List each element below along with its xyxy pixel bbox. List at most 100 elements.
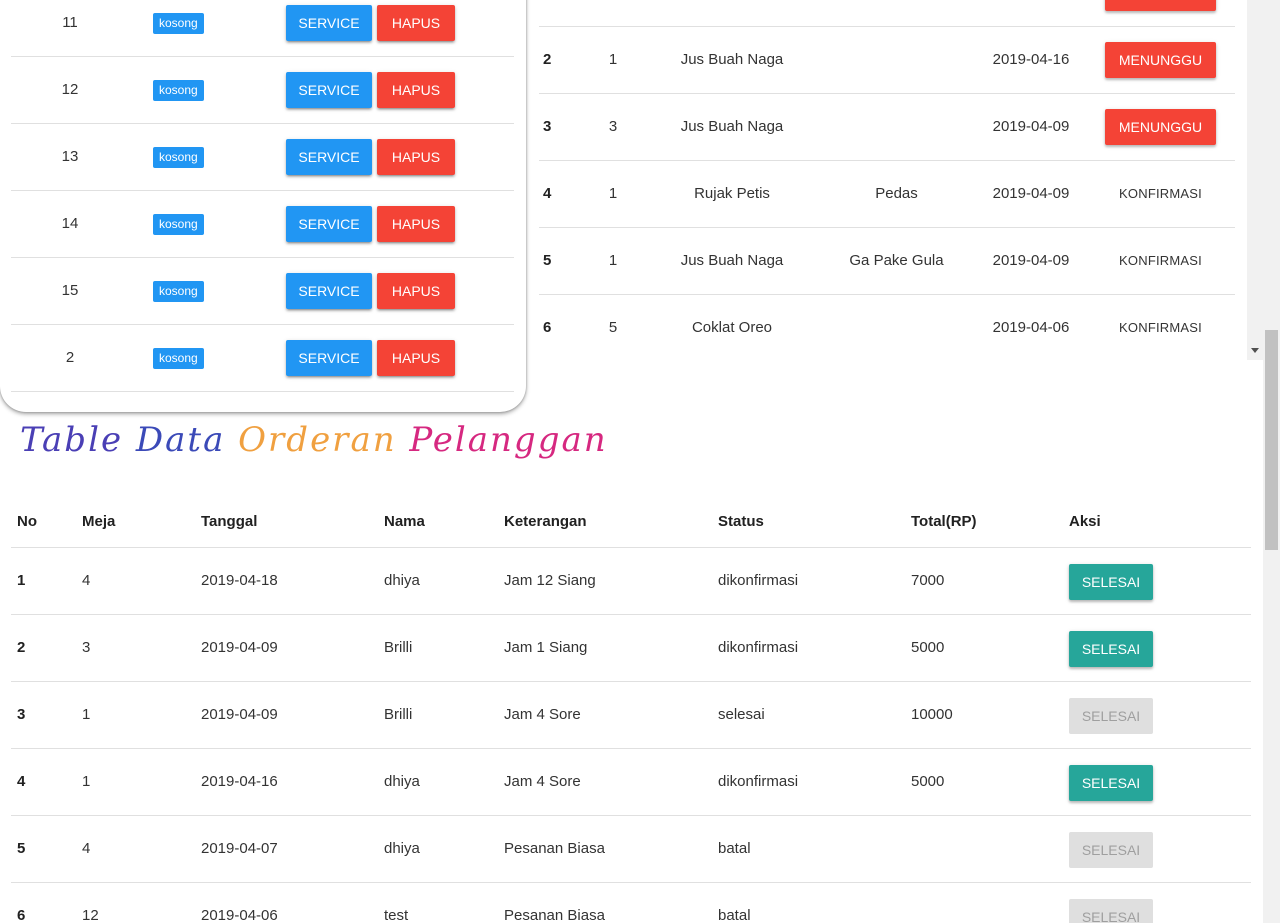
hapus-button[interactable]: HAPUS bbox=[377, 206, 455, 242]
selesai-button[interactable]: SELESAI bbox=[1069, 765, 1153, 801]
header-aksi: Aksi bbox=[1069, 513, 1101, 530]
orderan-total: 7000 bbox=[911, 572, 945, 589]
pesanan-jumlah: 1 bbox=[608, 51, 618, 68]
orderan-no: 6 bbox=[17, 907, 26, 923]
service-button[interactable]: SERVICE bbox=[286, 273, 372, 309]
orderan-nama: test bbox=[384, 907, 409, 923]
pesanan-tanggal: 2019-04-09 bbox=[992, 118, 1070, 135]
service-button[interactable]: SERVICE bbox=[286, 340, 372, 376]
pesanan-tanggal bbox=[976, 0, 1086, 26]
pesanan-keterangan bbox=[829, 0, 964, 26]
orderan-total: 5000 bbox=[911, 639, 945, 656]
hapus-button[interactable]: HAPUS bbox=[377, 139, 455, 175]
meja-row: 11 kosong SERVICE HAPUS bbox=[11, 0, 514, 57]
heading-word: Pelanggan bbox=[409, 420, 608, 460]
hapus-button[interactable]: HAPUS bbox=[377, 273, 455, 309]
page-scrollbar[interactable] bbox=[1263, 0, 1280, 923]
konfirmasi-button[interactable]: KONFIRMASI bbox=[1105, 228, 1216, 294]
orderan-row: 5 4 2019-04-07 dhiya Pesanan Biasa batal SELES… bbox=[11, 816, 1251, 883]
header-total: Total(RP) bbox=[911, 513, 977, 530]
pesanan-menu: Rujak Petis bbox=[694, 185, 770, 202]
header-nama: Nama bbox=[384, 513, 425, 530]
orderan-tanggal: 2019-04-16 bbox=[201, 773, 278, 790]
pesanan-table: MENUNGGU 2 1 Jus Buah Naga 2019-04-16 MENUNGG… bbox=[539, 0, 1235, 362]
status-badge: kosong bbox=[153, 214, 204, 235]
pesanan-no: 3 bbox=[543, 118, 552, 135]
pesanan-row: 2 1 Jus Buah Naga 2019-04-16 MENUNGGU bbox=[539, 27, 1235, 94]
selesai-button[interactable]: SELESAI bbox=[1069, 631, 1153, 667]
pesanan-scrollbar[interactable] bbox=[1247, 0, 1263, 360]
meja-row: 2 kosong SERVICE HAPUS bbox=[11, 325, 514, 392]
orderan-nama: Brilli bbox=[384, 706, 413, 723]
orderan-row: 3 1 2019-04-09 Brilli Jam 4 Sore selesai 10000… bbox=[11, 682, 1251, 749]
pesanan-no: 6 bbox=[543, 319, 552, 336]
orderan-no: 2 bbox=[17, 639, 26, 656]
status-badge: kosong bbox=[153, 80, 204, 101]
pesanan-keterangan bbox=[829, 295, 964, 361]
pesanan-menu: Jus Buah Naga bbox=[680, 118, 784, 135]
orderan-row: 2 3 2019-04-09 Brilli Jam 1 Siang dikonfirmas… bbox=[11, 615, 1251, 682]
pesanan-tanggal: 2019-04-16 bbox=[992, 51, 1070, 68]
orderan-table-header: No Meja Tanggal Nama Keterangan Status T… bbox=[11, 493, 1251, 548]
service-button[interactable]: SERVICE bbox=[286, 139, 372, 175]
header-keterangan: Keterangan bbox=[504, 513, 587, 530]
hapus-button[interactable]: HAPUS bbox=[377, 5, 455, 41]
orderan-meja: 1 bbox=[82, 706, 91, 723]
service-button[interactable]: SERVICE bbox=[286, 72, 372, 108]
header-tanggal: Tanggal bbox=[201, 513, 258, 530]
hapus-button[interactable]: HAPUS bbox=[377, 340, 455, 376]
selesai-button[interactable]: SELESAI bbox=[1069, 564, 1153, 600]
selesai-button: SELESAI bbox=[1069, 698, 1153, 734]
service-button[interactable]: SERVICE bbox=[286, 5, 372, 41]
meja-number: 15 bbox=[61, 282, 79, 299]
service-button[interactable]: SERVICE bbox=[286, 206, 372, 242]
orderan-meja: 1 bbox=[82, 773, 91, 790]
pesanan-menu: Jus Buah Naga bbox=[680, 51, 784, 68]
meja-number: 11 bbox=[62, 14, 78, 31]
meja-row: 13 kosong SERVICE HAPUS bbox=[11, 124, 514, 191]
meja-row: 15 kosong SERVICE HAPUS bbox=[11, 258, 514, 325]
pesanan-row: 5 1 Jus Buah Naga Ga Pake Gula 2019-04-09 KON… bbox=[539, 228, 1235, 295]
orderan-meja: 4 bbox=[82, 840, 91, 857]
orderan-meja: 12 bbox=[82, 907, 99, 923]
pesanan-row: 6 5 Coklat Oreo 2019-04-06 KONFIRMASI bbox=[539, 295, 1235, 362]
orderan-nama: Brilli bbox=[384, 639, 413, 656]
page-scrollbar-thumb[interactable] bbox=[1265, 330, 1278, 550]
orderan-status: dikonfirmasi bbox=[718, 639, 799, 656]
header-status: Status bbox=[718, 513, 764, 530]
pesanan-no: 2 bbox=[543, 51, 552, 68]
orderan-tanggal: 2019-04-06 bbox=[201, 907, 278, 923]
menunggu-button[interactable]: MENUNGGU bbox=[1105, 0, 1216, 11]
meja-number: 12 bbox=[61, 81, 79, 98]
chevron-down-icon[interactable] bbox=[1251, 348, 1259, 353]
status-badge: kosong bbox=[153, 13, 204, 34]
heading-word: Data bbox=[135, 420, 239, 460]
pesanan-jumlah bbox=[593, 0, 633, 26]
pesanan-no: 4 bbox=[543, 185, 552, 202]
menunggu-button[interactable]: MENUNGGU bbox=[1105, 109, 1216, 145]
pesanan-no: 5 bbox=[543, 252, 552, 269]
menunggu-button[interactable]: MENUNGGU bbox=[1105, 42, 1216, 78]
orderan-keterangan: Jam 1 Siang bbox=[504, 639, 588, 656]
pesanan-jumlah: 3 bbox=[608, 118, 618, 135]
pesanan-menu: Coklat Oreo bbox=[691, 319, 773, 336]
konfirmasi-button[interactable]: KONFIRMASI bbox=[1105, 161, 1216, 227]
pesanan-menu bbox=[657, 0, 807, 26]
konfirmasi-button[interactable]: KONFIRMASI bbox=[1105, 295, 1216, 361]
pesanan-menu: Jus Buah Naga bbox=[680, 252, 784, 269]
hapus-button[interactable]: HAPUS bbox=[377, 72, 455, 108]
orderan-nama: dhiya bbox=[384, 840, 420, 857]
pesanan-row: 4 1 Rujak Petis Pedas 2019-04-09 KONFIRMASI bbox=[539, 161, 1235, 228]
orderan-heading: Table Data Orderan Pelanggan bbox=[20, 420, 608, 460]
header-no: No bbox=[17, 513, 37, 530]
orderan-status: selesai bbox=[718, 706, 765, 723]
orderan-no: 1 bbox=[17, 572, 26, 589]
orderan-tanggal: 2019-04-09 bbox=[201, 706, 278, 723]
meja-row: 12 kosong SERVICE HAPUS bbox=[11, 57, 514, 124]
orderan-tanggal: 2019-04-07 bbox=[201, 840, 278, 857]
pesanan-row: 3 3 Jus Buah Naga 2019-04-09 MENUNGGU bbox=[539, 94, 1235, 161]
orderan-status: dikonfirmasi bbox=[718, 773, 799, 790]
orderan-status: batal bbox=[718, 907, 751, 923]
orderan-nama: dhiya bbox=[384, 773, 420, 790]
pesanan-tanggal: 2019-04-06 bbox=[992, 319, 1070, 336]
